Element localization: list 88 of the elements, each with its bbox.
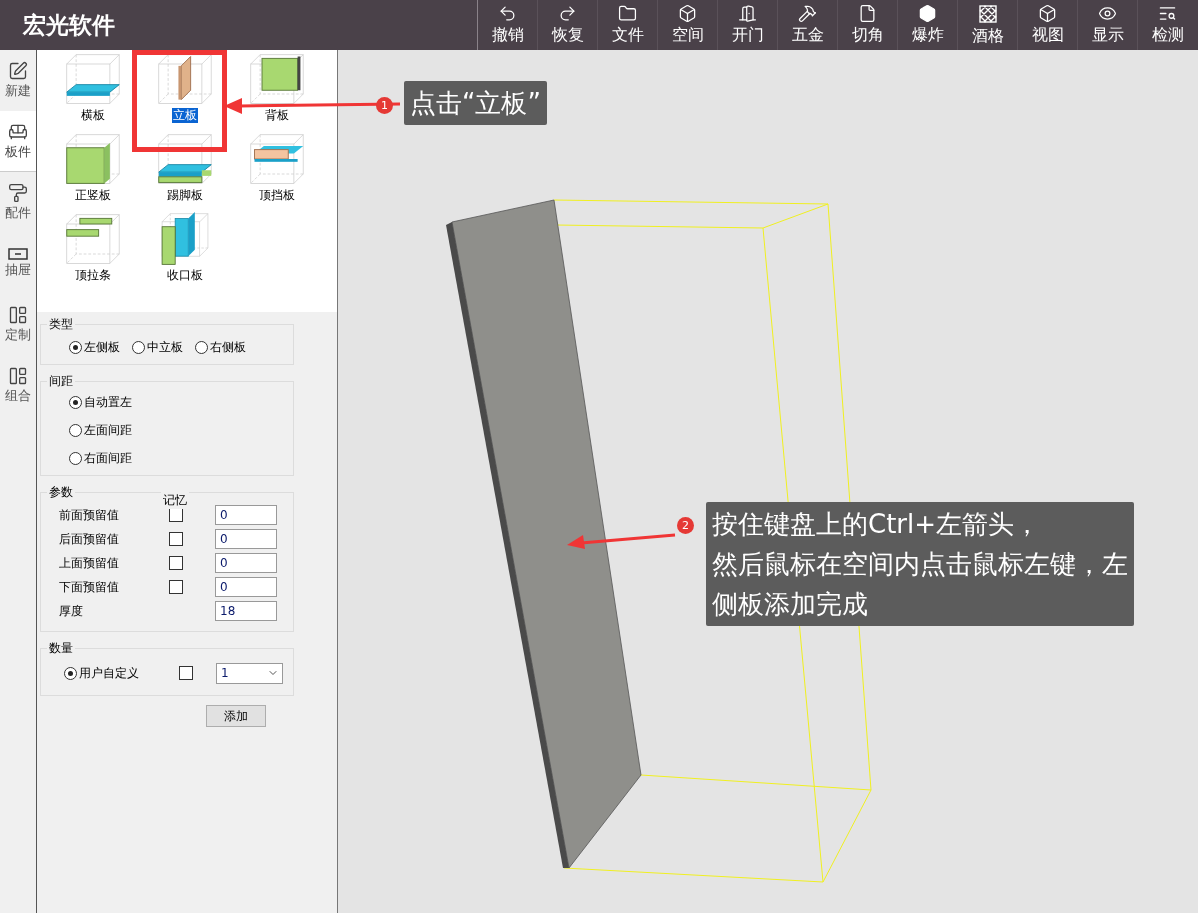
radio-label: 左侧板 <box>84 339 120 356</box>
cabinet-part-drawing <box>155 132 215 186</box>
add-button[interactable]: 添加 <box>206 705 266 727</box>
search-list-icon <box>1158 4 1177 23</box>
radio-button[interactable] <box>132 341 145 354</box>
part-label: 踢脚板 <box>166 188 204 203</box>
input-field[interactable]: 0 <box>215 577 277 597</box>
part-option[interactable]: 立板 <box>139 52 231 126</box>
input-field[interactable]: 0 <box>215 529 277 549</box>
radio-button[interactable] <box>69 341 82 354</box>
radio-option[interactable]: 左侧板 <box>69 339 120 356</box>
part-option[interactable]: 背板 <box>231 52 323 126</box>
radio-option[interactable]: 用户自定义 <box>64 664 179 682</box>
part-label: 立板 <box>172 108 198 123</box>
radio-button[interactable] <box>69 452 82 465</box>
checkbox[interactable] <box>169 532 183 546</box>
radio-button[interactable] <box>69 396 82 409</box>
paint-roller-icon <box>8 182 28 203</box>
part-option[interactable]: 正竖板 <box>47 132 139 206</box>
edit-icon <box>8 60 28 81</box>
param-label: 厚度 <box>59 602 84 620</box>
checkbox[interactable] <box>169 556 183 570</box>
radio-option[interactable]: 右侧板 <box>195 339 246 356</box>
param-label: 下面预留值 <box>59 578 120 596</box>
page-icon <box>858 4 877 23</box>
cabinet-part-drawing <box>155 52 215 106</box>
part-label: 正竖板 <box>74 188 112 203</box>
group-legend: 类型 <box>47 316 75 333</box>
drawer-icon <box>8 247 28 260</box>
part-label: 收口板 <box>166 268 204 283</box>
quantity-dropdown[interactable]: 1 <box>216 662 283 684</box>
redo-icon <box>558 4 577 23</box>
radio-option[interactable]: 左面间距 <box>69 422 285 439</box>
checkbox[interactable] <box>179 666 193 680</box>
eye-icon <box>1098 4 1117 23</box>
radio-label: 右面间距 <box>84 450 132 467</box>
radio-label: 自动置左 <box>84 394 132 411</box>
callout-line: 按住键盘上的Ctrl+左箭头， <box>712 508 1042 541</box>
group-legend: 参数 <box>47 484 75 501</box>
part-label: 背板 <box>264 108 290 123</box>
callout-text: 点击“立板” <box>404 81 547 125</box>
group-legend: 数量 <box>47 640 75 657</box>
undo-icon <box>498 4 517 23</box>
param-label: 前面预留值 <box>59 506 120 524</box>
door-icon <box>738 4 757 23</box>
memory-header: 记忆 <box>161 492 189 509</box>
input-field[interactable]: 0 <box>215 505 277 525</box>
part-label: 顶拉条 <box>74 268 112 283</box>
input-field[interactable]: 18 <box>215 601 277 621</box>
part-option[interactable]: 顶挡板 <box>231 132 323 206</box>
wireframe-cube-icon <box>1038 4 1057 23</box>
layout-icon <box>8 304 28 325</box>
dropdown-value: 1 <box>221 666 229 680</box>
checkbox[interactable] <box>169 580 183 594</box>
cube-icon <box>678 4 697 23</box>
part-option[interactable]: 横板 <box>47 52 139 126</box>
part-label: 横板 <box>80 108 106 123</box>
app-title: 宏光软件 <box>21 10 116 40</box>
layout-icon <box>8 365 28 386</box>
lattice-icon <box>977 3 998 24</box>
part-label: 顶挡板 <box>258 188 296 203</box>
part-option[interactable]: 收口板 <box>139 212 231 286</box>
cabinet-part-drawing <box>63 132 123 186</box>
folder-icon <box>618 4 637 23</box>
cabinet-part-drawing <box>63 212 123 266</box>
radio-label: 右侧板 <box>210 339 246 356</box>
radio-label: 用户自定义 <box>79 664 139 682</box>
sidebar-tab[interactable]: 板件 <box>0 111 36 172</box>
group-legend: 间距 <box>47 373 75 390</box>
cabinet-part-drawing <box>63 52 123 106</box>
radio-button[interactable] <box>64 666 77 680</box>
radio-label: 左面间距 <box>84 422 132 439</box>
radio-option[interactable]: 中立板 <box>132 339 183 356</box>
cabinet-part-drawing <box>247 52 307 106</box>
input-field[interactable]: 0 <box>215 553 277 573</box>
radio-option[interactable]: 右面间距 <box>69 450 285 467</box>
param-label: 上面预留值 <box>59 554 120 572</box>
radio-button[interactable] <box>195 341 208 354</box>
callout-line: 侧板添加完成 <box>712 588 869 621</box>
radio-label: 中立板 <box>147 339 183 356</box>
radio-button[interactable] <box>69 424 82 437</box>
hammer-icon <box>798 4 817 23</box>
cabinet-part-drawing <box>247 132 307 186</box>
radio-option[interactable]: 自动置左 <box>69 394 285 411</box>
param-label: 后面预留值 <box>59 530 120 548</box>
part-option[interactable]: 踢脚板 <box>139 132 231 206</box>
part-option[interactable]: 顶拉条 <box>47 212 139 286</box>
callout-line: 然后鼠标在空间内点击鼠标左键，左 <box>712 548 1128 581</box>
